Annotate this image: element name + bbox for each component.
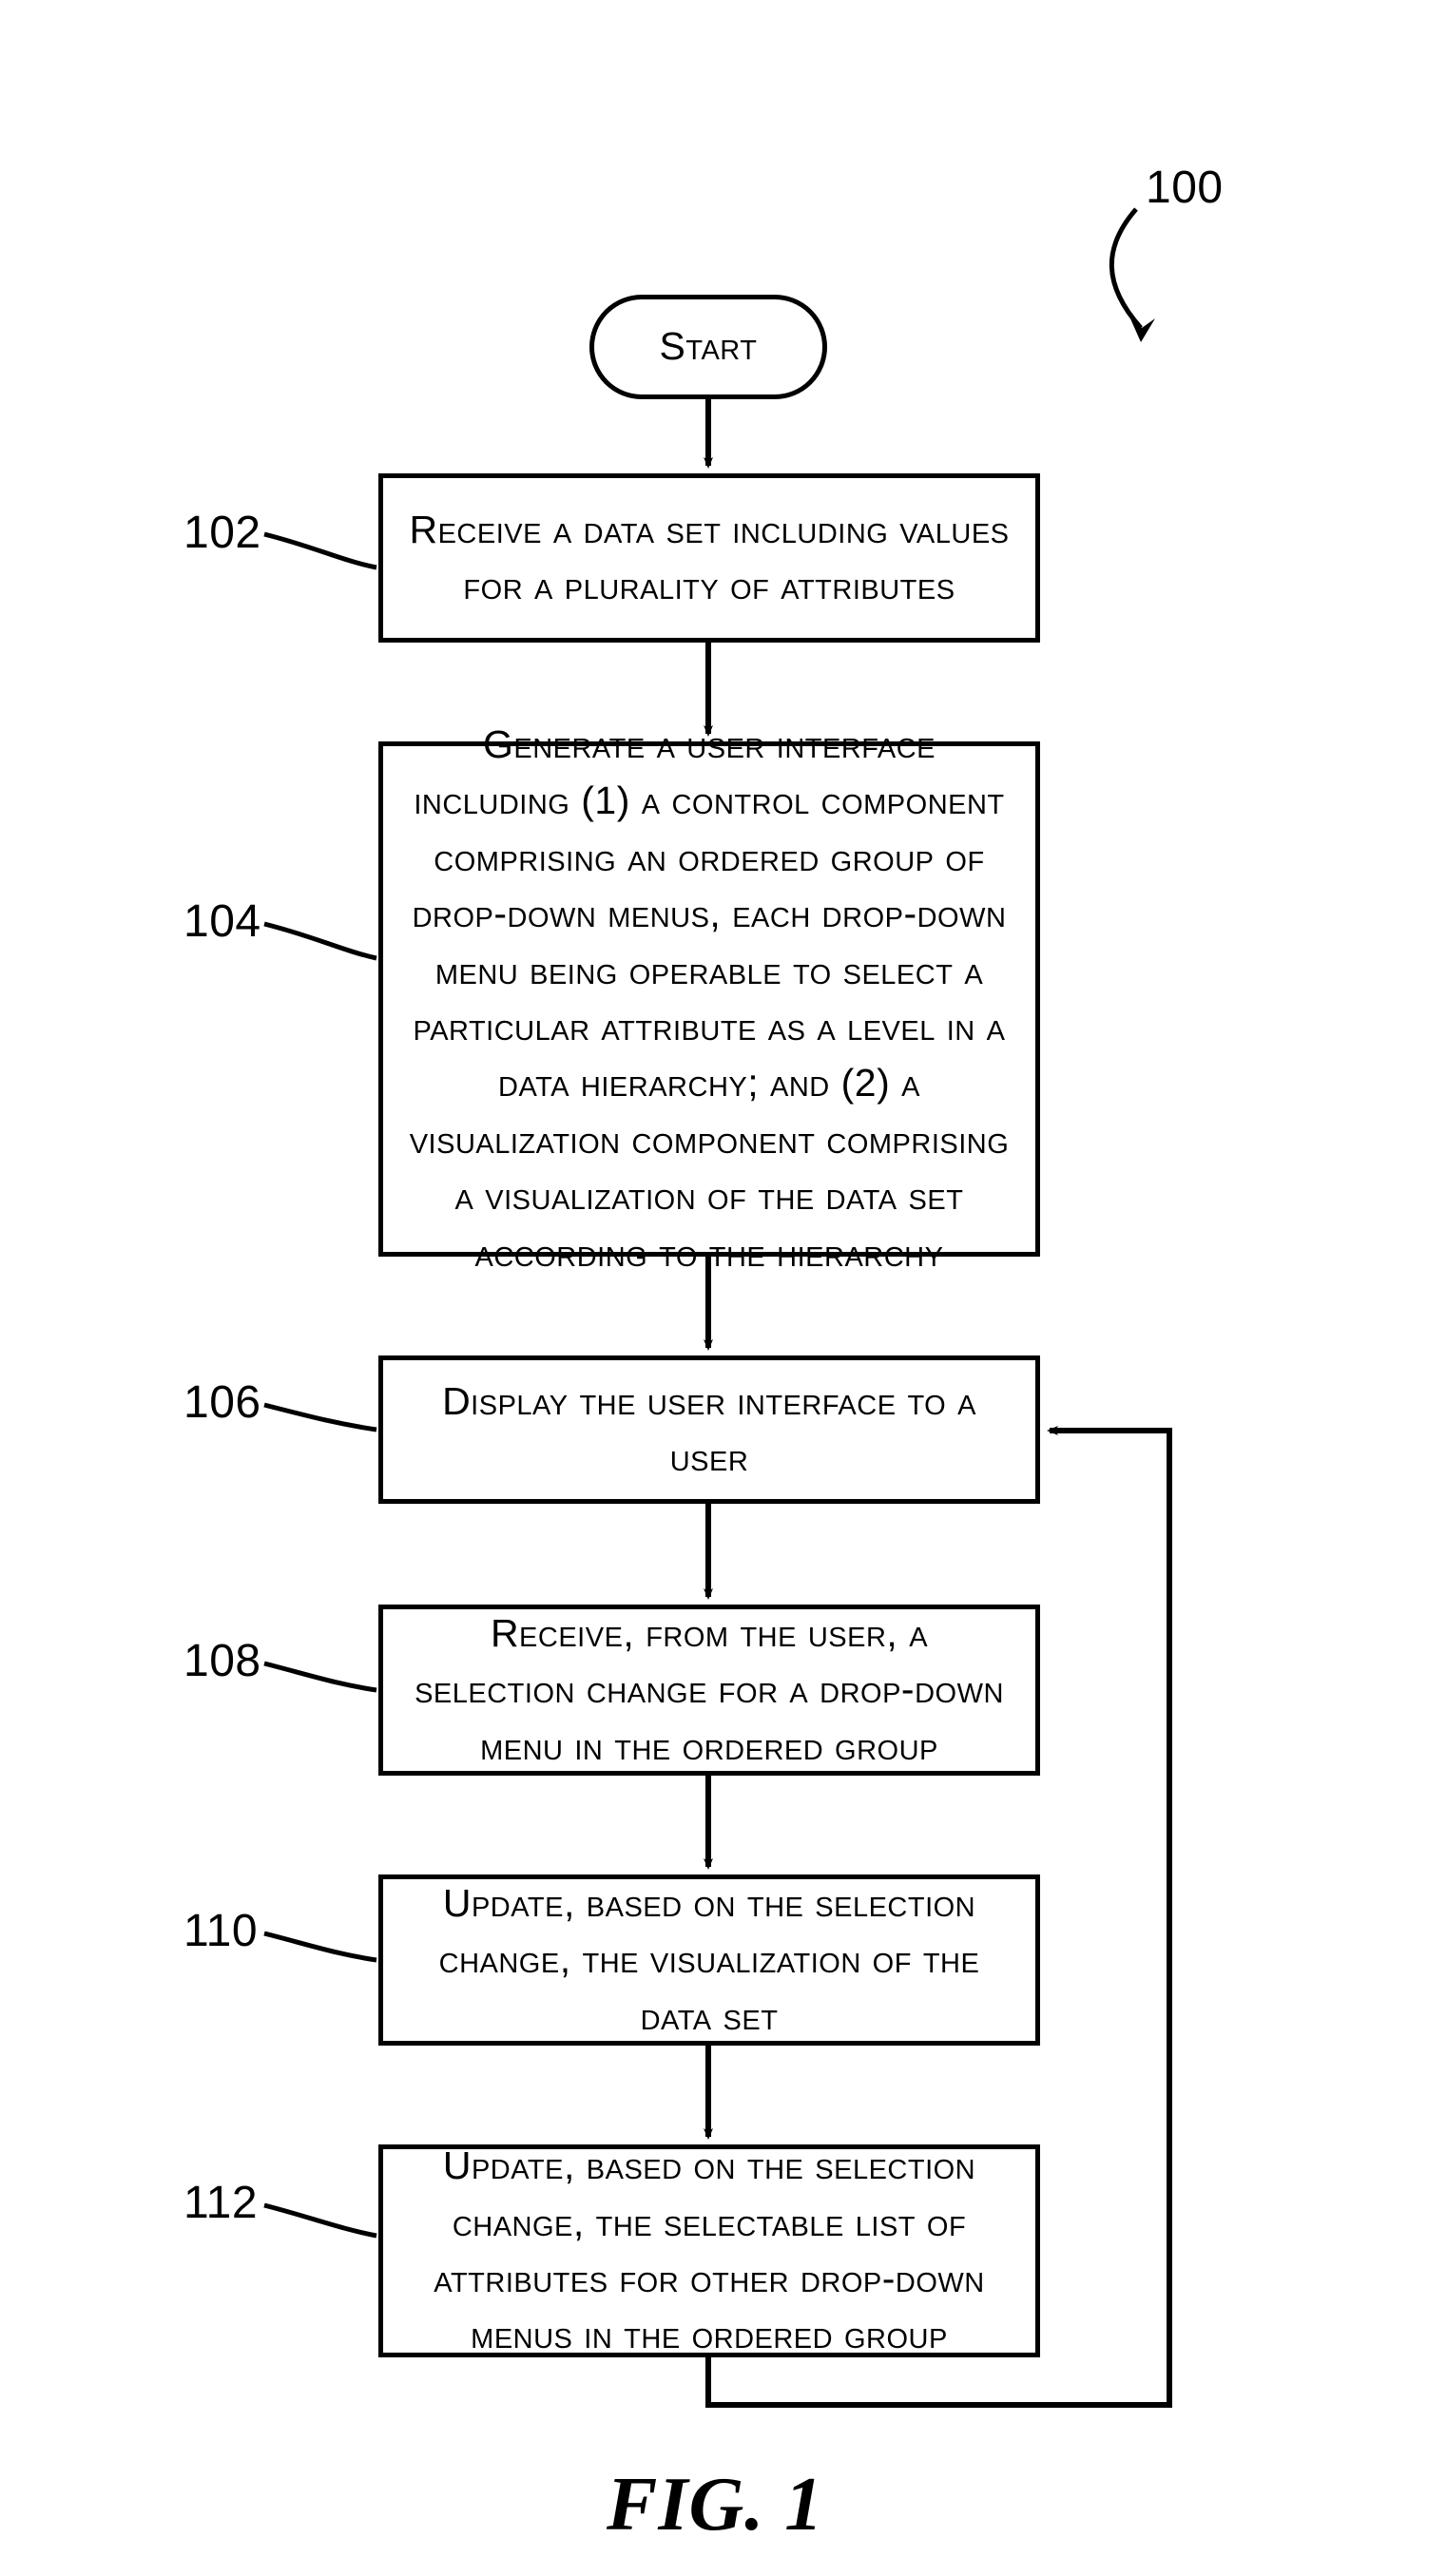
- step-106-text: Display the user interface to a user: [406, 1374, 1013, 1487]
- step-110-ref: 110: [183, 1905, 258, 1957]
- step-106-ref: 106: [183, 1376, 261, 1429]
- step-102-ref: 102: [183, 507, 261, 559]
- step-108-ref: 108: [183, 1635, 261, 1687]
- step-102-box: Receive a data set including values for …: [378, 473, 1040, 643]
- step-112-text: Update, based on the selection change, t…: [406, 2138, 1013, 2364]
- figure-caption: FIG. 1: [607, 2462, 823, 2548]
- step-102-text: Receive a data set including values for …: [406, 502, 1013, 615]
- step-104-ref: 104: [183, 895, 261, 948]
- step-104-box: Generate a user interface including (1) …: [378, 741, 1040, 1257]
- diagram-reference-label: 100: [1146, 162, 1224, 214]
- step-112-box: Update, based on the selection change, t…: [378, 2144, 1040, 2357]
- step-108-text: Receive, from the user, a selection chan…: [406, 1605, 1013, 1775]
- flowchart-page: 100 Start Receive a data set including v…: [0, 0, 1447, 2576]
- step-110-box: Update, based on the selection change, t…: [378, 1874, 1040, 2046]
- step-106-box: Display the user interface to a user: [378, 1355, 1040, 1504]
- start-node: Start: [589, 295, 827, 399]
- step-104-text: Generate a user interface including (1) …: [406, 717, 1013, 1281]
- step-112-ref: 112: [183, 2177, 258, 2229]
- step-110-text: Update, based on the selection change, t…: [406, 1875, 1013, 2045]
- step-108-box: Receive, from the user, a selection chan…: [378, 1605, 1040, 1776]
- start-label: Start: [660, 318, 758, 375]
